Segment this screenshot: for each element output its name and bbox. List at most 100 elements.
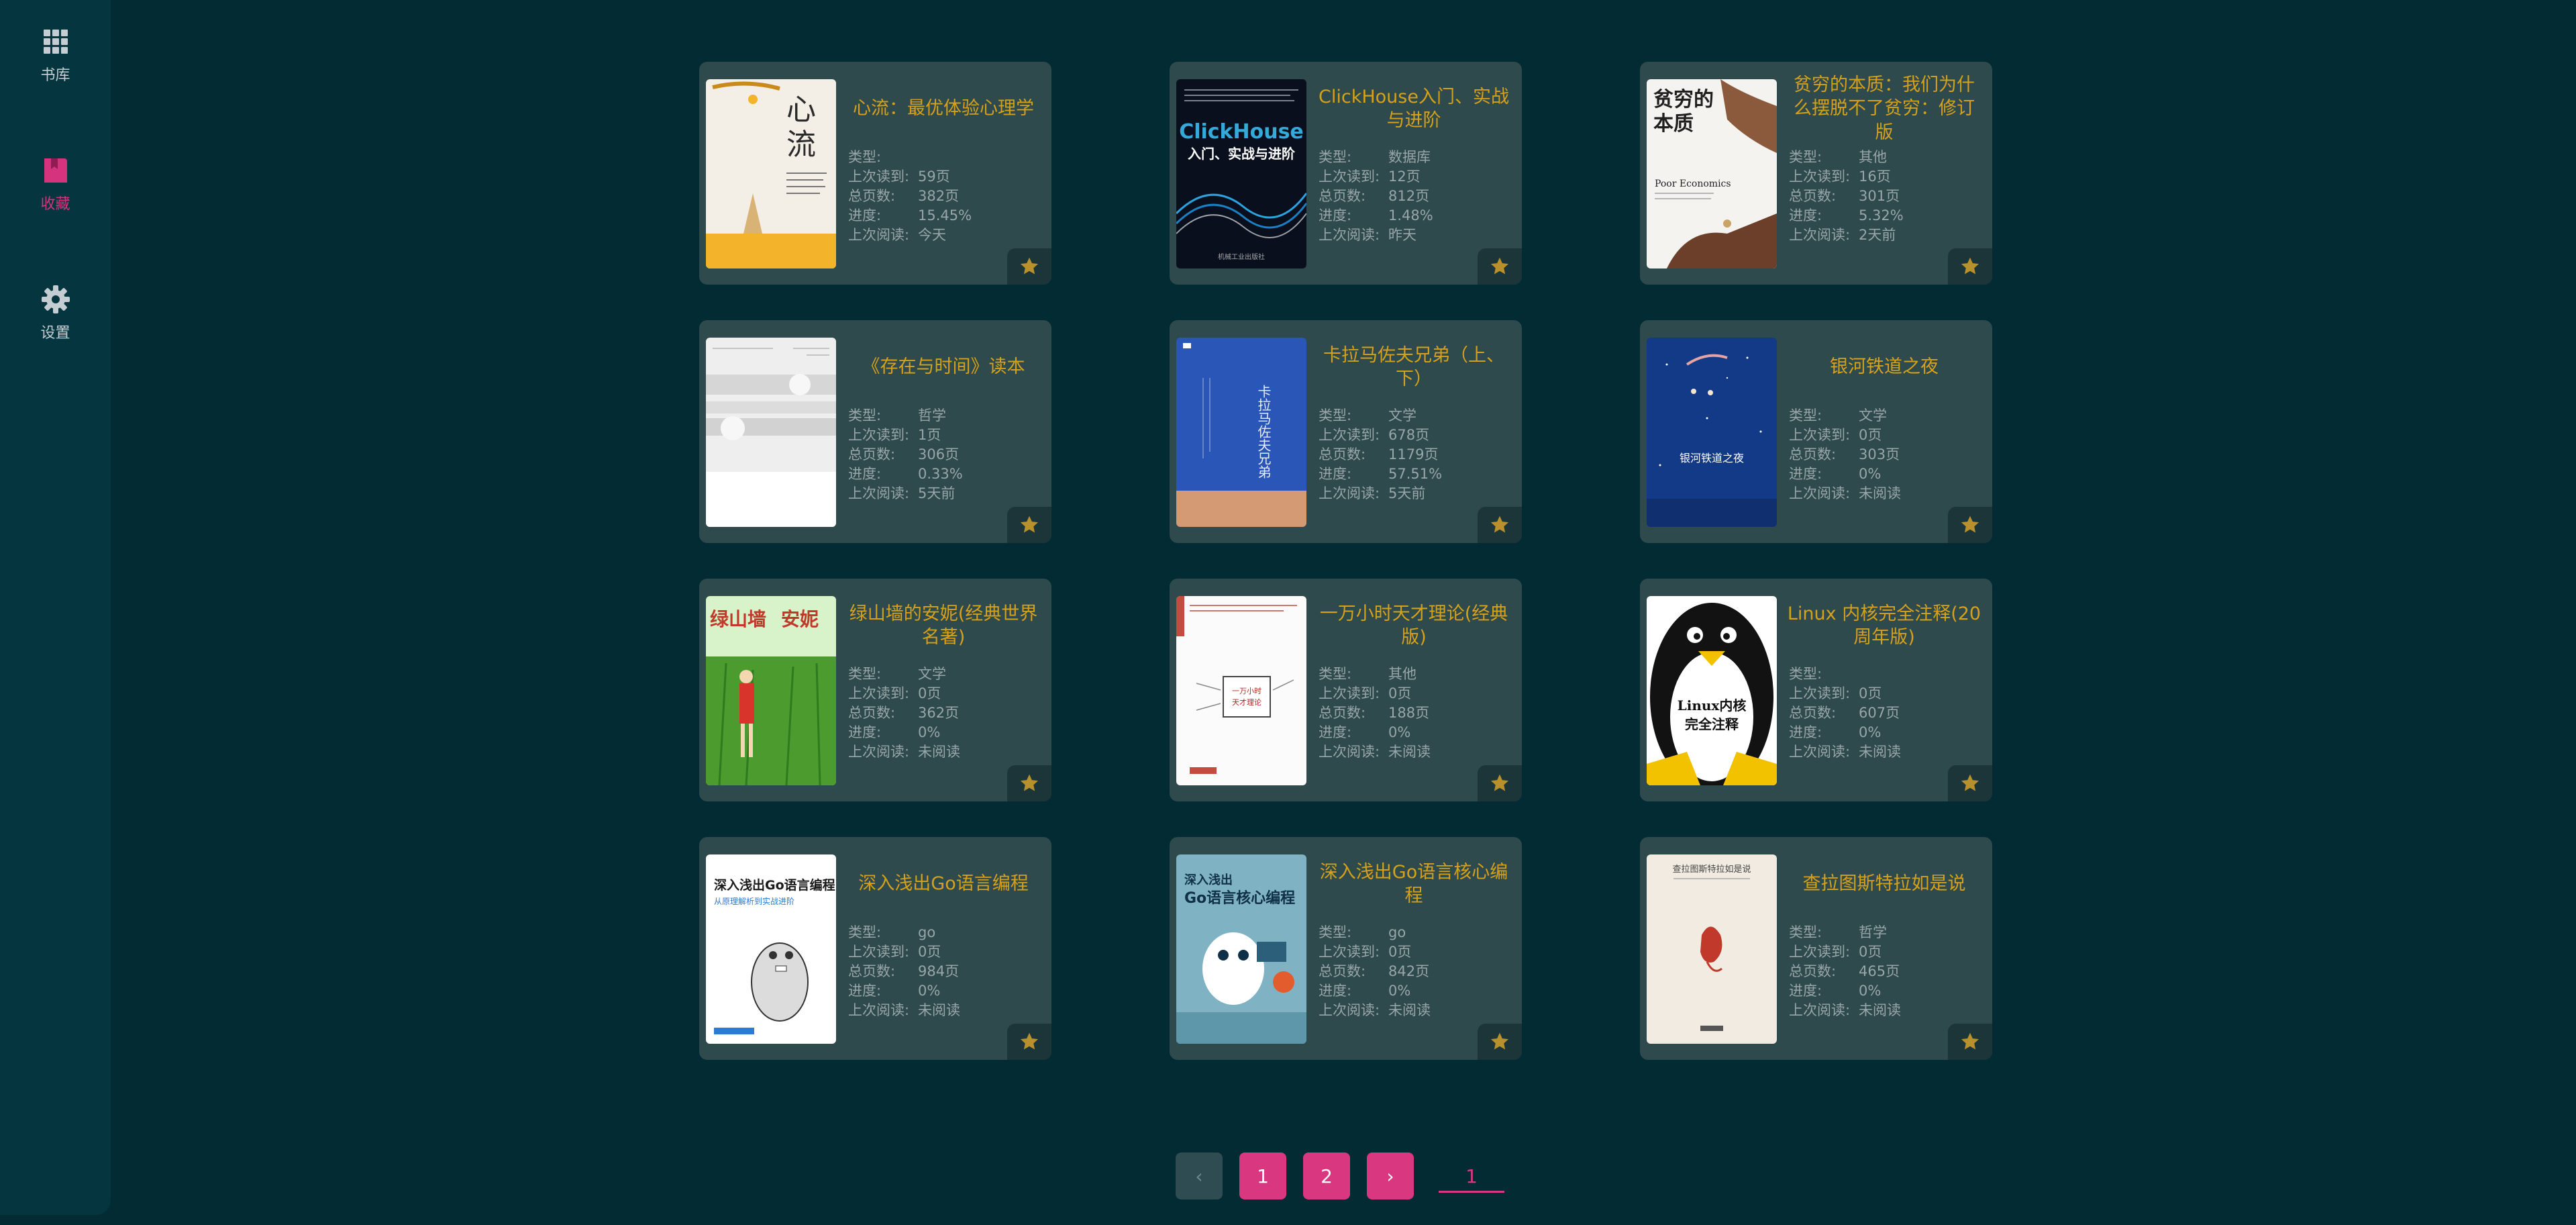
- book-cover[interactable]: 深入浅出Go语言编程 从原理解析到实战进阶: [706, 854, 836, 1044]
- sidebar-item-label: 设置: [40, 325, 70, 342]
- favorite-button[interactable]: [1948, 507, 1992, 543]
- last-read-label: 上次阅读:: [1319, 485, 1380, 501]
- book-cover[interactable]: 绿山墙 安妮: [706, 596, 836, 785]
- book-title[interactable]: 深入浅出Go语言核心编程: [1316, 850, 1512, 918]
- prev-page-button[interactable]: ‹: [1176, 1153, 1223, 1199]
- favorite-button[interactable]: [1478, 248, 1522, 285]
- type-label: 类型:: [848, 407, 882, 424]
- last-read-label: 上次阅读:: [1319, 227, 1380, 243]
- favorite-button[interactable]: [1478, 765, 1522, 801]
- book-card[interactable]: 心 流 心流：最优体验心理学 类型: 上次读到: 59页 总页数: 382页 进度:…: [699, 62, 1051, 285]
- book-title[interactable]: 贫穷的本质：我们为什么摆脱不了贫穷：修订版: [1786, 75, 1982, 142]
- book-meta: 类型: 其他 上次读到: 0页 总页数: 188页 进度: 0% 上次阅读: 未阅读: [1319, 665, 1431, 762]
- last-page-label: 上次读到:: [1789, 944, 1851, 960]
- last-read-label: 上次阅读:: [848, 744, 910, 760]
- total-pages-label: 总页数:: [848, 705, 896, 721]
- favorite-button[interactable]: [1007, 765, 1051, 801]
- book-title[interactable]: 查拉图斯特拉如是说: [1786, 850, 1982, 918]
- favorite-button[interactable]: [1948, 765, 1992, 801]
- book-title[interactable]: 深入浅出Go语言编程: [845, 850, 1041, 918]
- book-card[interactable]: 深入浅出 Go语言核心编程 深入浅出Go语言核心编程 类型: go 上次读到: 0页…: [1170, 837, 1522, 1060]
- bookmark-icon: [44, 158, 67, 183]
- type-label: 类型:: [1789, 407, 1822, 424]
- total-pages-label: 总页数:: [1789, 705, 1837, 721]
- favorite-button[interactable]: [1007, 507, 1051, 543]
- book-card[interactable]: Linux内核 完全注释 Linux 内核完全注释(20周年版) 类型: 上次读…: [1640, 579, 1992, 801]
- favorite-button[interactable]: [1478, 1024, 1522, 1060]
- star-icon: [1020, 516, 1039, 533]
- book-card[interactable]: 绿山墙 安妮 绿山墙的安妮(经典世界名著) 类型: 文学 上次读到: 0页 总页数:…: [699, 579, 1051, 801]
- progress-value: 15.45%: [918, 207, 972, 224]
- book-card[interactable]: 贫穷的 本质 Poor Economics 贫穷的本质：我们为什么摆脱不了贫穷：…: [1640, 62, 1992, 285]
- book-card[interactable]: 《存在与时间》读本 类型: 哲学 上次读到: 1页 总页数: 306页 进度: 0.33…: [699, 320, 1051, 543]
- book-cover[interactable]: Linux内核 完全注释: [1647, 596, 1777, 785]
- progress-value: 0%: [1859, 983, 1882, 999]
- book-cover[interactable]: 一万小时 天才理论: [1176, 596, 1306, 785]
- next-page-button[interactable]: ›: [1367, 1153, 1414, 1199]
- sidebar-item-settings[interactable]: 设置: [0, 283, 111, 371]
- page-button-1[interactable]: 1: [1239, 1153, 1286, 1199]
- svg-text:ClickHouse: ClickHouse: [1179, 120, 1304, 144]
- last-page-value: 0页: [918, 944, 941, 960]
- total-pages-value: 842页: [1388, 963, 1430, 979]
- page-jump-input[interactable]: 1: [1439, 1153, 1504, 1199]
- book-meta: 类型: 上次读到: 0页 总页数: 607页 进度: 0% 上次阅读: 未阅读: [1789, 665, 1901, 762]
- type-value: 其他: [1388, 666, 1416, 682]
- page-button-2[interactable]: 2: [1303, 1153, 1350, 1199]
- total-pages-value: 303页: [1859, 446, 1900, 462]
- book-cover[interactable]: ClickHouse 入门、实战与进阶 机械工业出版社: [1176, 79, 1306, 268]
- total-pages-value: 188页: [1388, 705, 1430, 721]
- type-label: 类型:: [1319, 149, 1352, 165]
- book-cover[interactable]: 银河铁道之夜: [1647, 338, 1777, 527]
- last-read-label: 上次阅读:: [848, 485, 910, 501]
- book-card[interactable]: 卡拉马佐夫兄弟 卡拉马佐夫兄弟（上、下） 类型: 文学 上次读到: 678页 总页数…: [1170, 320, 1522, 543]
- book-card[interactable]: 深入浅出Go语言编程 从原理解析到实战进阶 深入浅出Go语言编程 类型: go 上…: [699, 837, 1051, 1060]
- book-title[interactable]: ClickHouse入门、实战与进阶: [1316, 75, 1512, 142]
- svg-text:深入浅出Go语言编程: 深入浅出Go语言编程: [714, 877, 835, 893]
- book-title[interactable]: Linux 内核完全注释(20周年版): [1786, 592, 1982, 659]
- star-icon: [1490, 774, 1509, 791]
- book-cover[interactable]: 贫穷的 本质 Poor Economics: [1647, 79, 1777, 268]
- book-cover[interactable]: 查拉图斯特拉如是说: [1647, 854, 1777, 1044]
- favorite-button[interactable]: [1478, 507, 1522, 543]
- favorite-button[interactable]: [1948, 1024, 1992, 1060]
- book-title[interactable]: 绿山墙的安妮(经典世界名著): [845, 592, 1041, 659]
- book-cover[interactable]: 卡拉马佐夫兄弟: [1176, 338, 1306, 527]
- progress-label: 进度:: [1789, 983, 1822, 999]
- type-label: 类型:: [848, 149, 882, 165]
- svg-text:查拉图斯特拉如是说: 查拉图斯特拉如是说: [1672, 864, 1751, 875]
- last-read-value: 未阅读: [1859, 744, 1901, 760]
- book-title[interactable]: 心流：最优体验心理学: [845, 75, 1041, 142]
- last-read-value: 未阅读: [1388, 1002, 1431, 1018]
- book-card[interactable]: ClickHouse 入门、实战与进阶 机械工业出版社 ClickHouse入门…: [1170, 62, 1522, 285]
- favorite-button[interactable]: [1948, 248, 1992, 285]
- book-title[interactable]: 银河铁道之夜: [1786, 334, 1982, 401]
- total-pages-label: 总页数:: [1319, 705, 1366, 721]
- star-icon: [1490, 257, 1509, 275]
- book-meta: 类型: 数据库 上次读到: 12页 总页数: 812页 进度: 1.48% 上次阅读: 昨…: [1319, 148, 1433, 245]
- last-page-value: 59页: [918, 168, 950, 185]
- last-page-label: 上次读到:: [1319, 168, 1380, 185]
- favorite-button[interactable]: [1007, 1024, 1051, 1060]
- book-cover[interactable]: 深入浅出 Go语言核心编程: [1176, 854, 1306, 1044]
- svg-text:Poor Economics: Poor Economics: [1655, 179, 1731, 189]
- type-value: 哲学: [1859, 924, 1887, 940]
- book-title[interactable]: 卡拉马佐夫兄弟（上、下）: [1316, 334, 1512, 401]
- book-card[interactable]: 银河铁道之夜 银河铁道之夜 类型: 文学 上次读到: 0页 总页数: 303页 进度:…: [1640, 320, 1992, 543]
- book-cover[interactable]: 心 流: [706, 79, 836, 268]
- book-cover[interactable]: [706, 338, 836, 527]
- sidebar-item-favorites[interactable]: 收藏: [0, 154, 111, 242]
- last-page-label: 上次读到:: [1789, 427, 1851, 443]
- book-title[interactable]: 《存在与时间》读本: [845, 334, 1041, 401]
- sidebar-item-library[interactable]: 书库: [0, 26, 111, 113]
- type-label: 类型:: [1319, 407, 1352, 424]
- last-page-value: 0页: [1859, 685, 1882, 701]
- book-meta: 类型: 文学 上次读到: 678页 总页数: 1179页 进度: 57.51% 上次阅读…: [1319, 406, 1442, 503]
- last-page-value: 16页: [1859, 168, 1891, 185]
- favorite-button[interactable]: [1007, 248, 1051, 285]
- book-card[interactable]: 查拉图斯特拉如是说 查拉图斯特拉如是说 类型: 哲学 上次读到: 0页 总页数: 46…: [1640, 837, 1992, 1060]
- book-title[interactable]: 一万小时天才理论(经典版): [1316, 592, 1512, 659]
- type-label: 类型:: [1789, 666, 1822, 682]
- book-card[interactable]: 一万小时 天才理论 一万小时天才理论(经典版) 类型: 其他 上次读到: 0页 总页…: [1170, 579, 1522, 801]
- progress-label: 进度:: [1319, 466, 1352, 482]
